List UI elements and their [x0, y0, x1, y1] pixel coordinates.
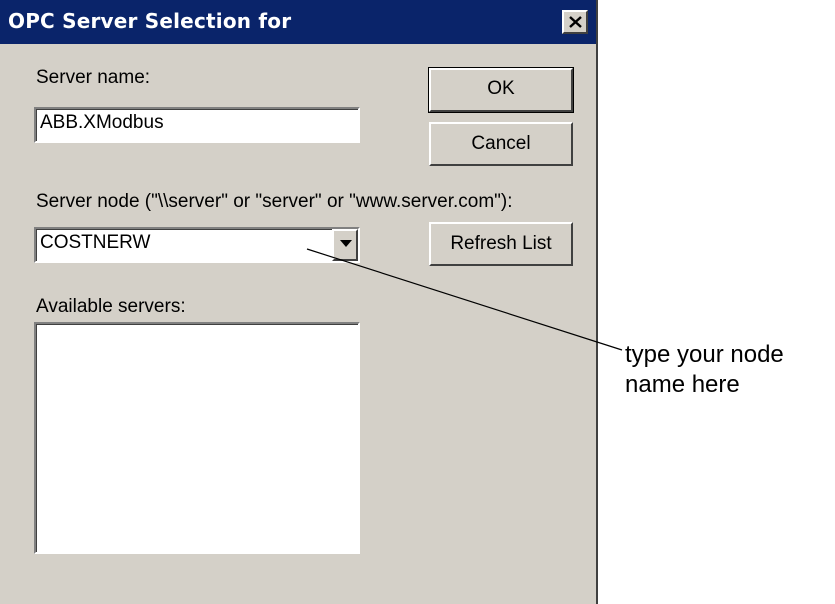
callout-line-1: type your node: [625, 341, 784, 368]
callout-annotation: type your node name here: [625, 340, 784, 400]
callout-leader-line: [306, 248, 623, 351]
callout-line-2: name here: [625, 371, 740, 398]
